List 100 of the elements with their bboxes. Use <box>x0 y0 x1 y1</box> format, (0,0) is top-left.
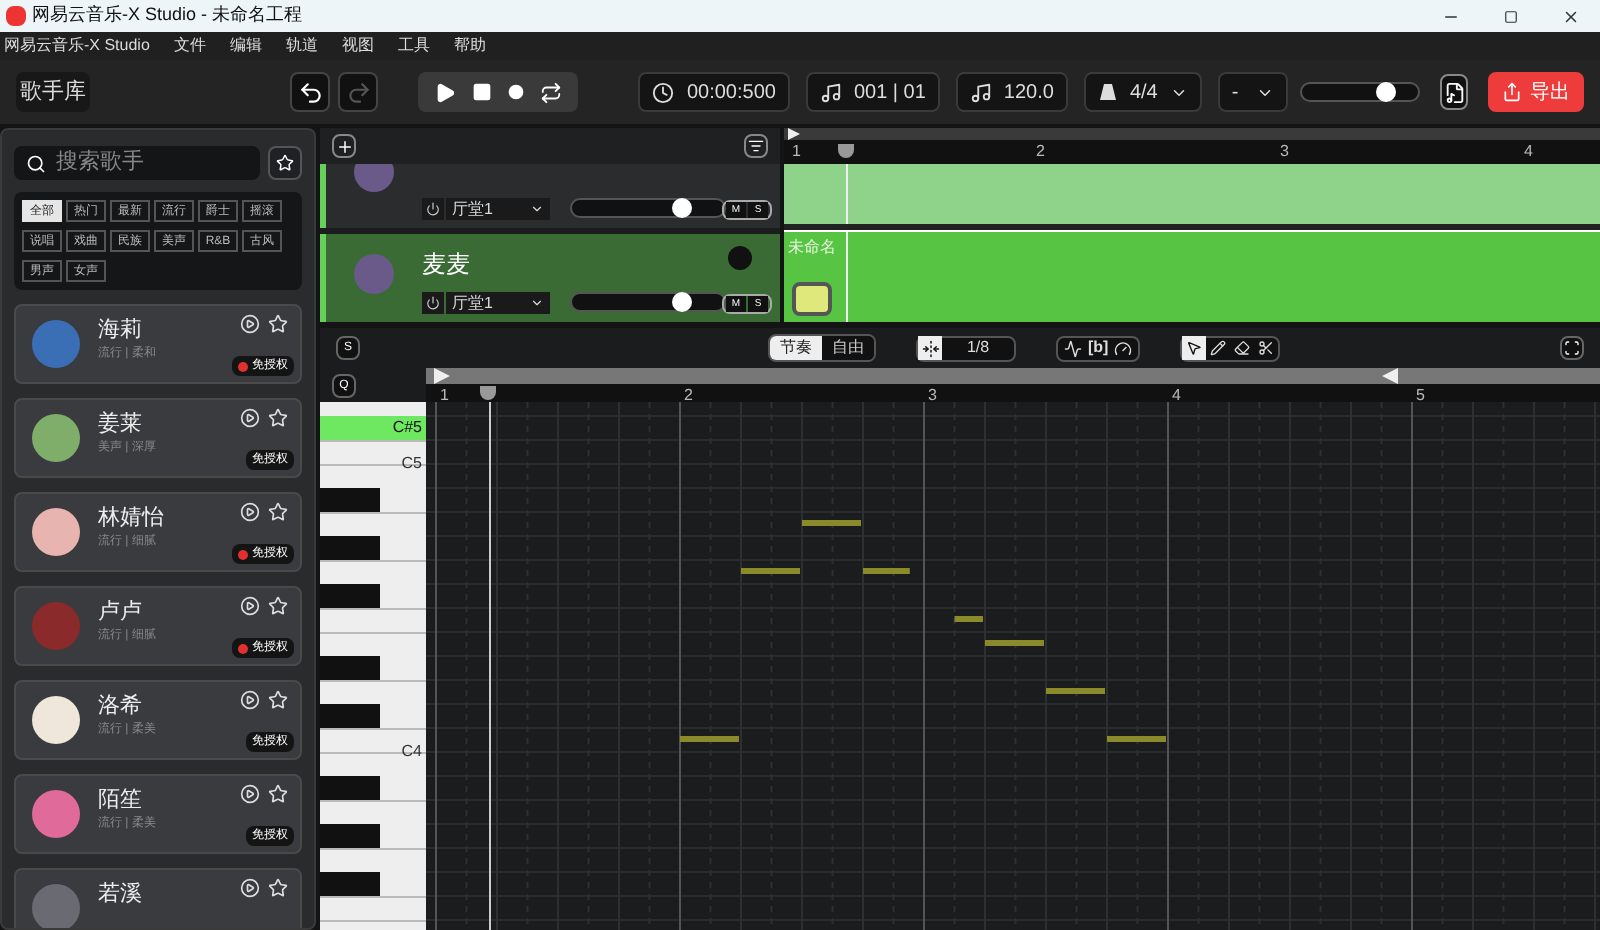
note-block[interactable] <box>1107 735 1166 742</box>
singer-name: 卢卢 <box>98 600 144 628</box>
playhead-handle[interactable] <box>480 386 496 400</box>
preview-play-icon[interactable] <box>240 784 260 804</box>
timeline-ruler[interactable]: 1 2 3 4 <box>784 140 1600 164</box>
undo-button[interactable] <box>290 72 331 112</box>
redo-icon <box>345 79 372 105</box>
add-track-button[interactable] <box>332 134 356 158</box>
search-input[interactable]: 搜索歌手 <box>56 146 236 180</box>
play-icon[interactable] <box>434 81 457 103</box>
filter-button[interactable] <box>744 134 768 158</box>
playhead-handle[interactable] <box>838 144 854 158</box>
fullscreen-icon <box>1564 340 1580 356</box>
menu-item[interactable]: 网易云音乐-X Studio <box>4 34 150 58</box>
record-icon[interactable] <box>508 84 525 100</box>
volume-slider[interactable] <box>570 198 726 218</box>
bar-number: 1 <box>440 384 449 408</box>
select-tool-button[interactable] <box>1182 336 1207 360</box>
slider-thumb[interactable] <box>671 292 692 312</box>
bar-number: 5 <box>1416 384 1425 408</box>
menu-item[interactable]: 帮助 <box>453 34 486 58</box>
note-block[interactable] <box>954 615 983 622</box>
key-label: C#5 <box>320 416 426 440</box>
score-button[interactable] <box>1440 74 1468 110</box>
slider-thumb[interactable] <box>671 198 692 218</box>
playhead-line <box>846 164 848 224</box>
note-block[interactable] <box>741 567 800 574</box>
note-block[interactable] <box>1046 687 1105 694</box>
note-block[interactable] <box>863 567 910 574</box>
menu-item[interactable]: 视图 <box>341 34 374 58</box>
maximize-icon[interactable] <box>1504 9 1518 23</box>
region-label: 未命名 <box>788 236 836 260</box>
music-file-icon <box>1443 81 1466 103</box>
preview-play-icon[interactable] <box>240 408 260 428</box>
slider-thumb[interactable] <box>1376 82 1397 102</box>
loop-icon[interactable] <box>540 81 563 103</box>
time-text: 00:00:500 <box>686 79 776 107</box>
bar-number: 1 <box>792 140 801 164</box>
favorite-icon[interactable] <box>268 502 288 522</box>
cut-icon <box>1258 340 1275 356</box>
singer-name: 若溪 <box>98 882 142 910</box>
pencil-tool-button[interactable] <box>1206 336 1231 360</box>
volume-slider[interactable] <box>1300 82 1421 102</box>
bar-number: 4 <box>1524 140 1533 164</box>
undo-icon <box>297 79 324 105</box>
select-icon <box>1186 340 1203 356</box>
mode-tab[interactable]: 自由 <box>822 336 874 360</box>
tempo-text: 120.0 <box>1003 79 1054 107</box>
pan-knob[interactable] <box>728 246 752 270</box>
track-avatar <box>354 254 394 294</box>
favorite-icon[interactable] <box>268 408 288 428</box>
singer-card[interactable]: 若溪 <box>14 868 302 928</box>
menu-item[interactable]: 轨道 <box>285 34 318 58</box>
bar-number: 2 <box>1036 140 1045 164</box>
power-icon <box>426 202 440 216</box>
preset-dropdown[interactable]: 厅堂1 <box>446 198 550 220</box>
singer-library-button[interactable]: 歌手库 <box>16 72 91 112</box>
search-field[interactable]: 搜索歌手 <box>14 146 260 180</box>
favorite-icon[interactable] <box>268 314 288 334</box>
mode-tab[interactable]: 节奏 <box>770 336 822 360</box>
star-icon <box>276 154 294 172</box>
preview-play-icon[interactable] <box>240 596 260 616</box>
key-dropdown[interactable]: - <box>1217 72 1289 112</box>
share-icon <box>1502 82 1522 102</box>
snap-button[interactable] <box>918 336 942 360</box>
power-button[interactable] <box>422 198 444 220</box>
loop-end-icon[interactable] <box>1382 368 1398 384</box>
preview-play-icon[interactable] <box>240 878 260 898</box>
breath-button[interactable]: [b] <box>1088 340 1109 356</box>
singer-name: 林婧怡 <box>98 506 164 534</box>
stop-icon[interactable] <box>472 82 493 102</box>
menu-item[interactable]: 工具 <box>397 34 430 58</box>
export-button[interactable]: 导出 <box>1488 72 1584 112</box>
meter-dropdown[interactable]: 4/4 <box>1083 72 1202 112</box>
menu-item[interactable]: 文件 <box>173 34 206 58</box>
bar-number: 3 <box>1280 140 1289 164</box>
track-name: 麦麦 <box>422 248 470 282</box>
preview-play-icon[interactable] <box>240 690 260 710</box>
note-block[interactable] <box>680 735 739 742</box>
note-block[interactable] <box>985 639 1044 646</box>
close-icon[interactable] <box>1562 7 1580 25</box>
pitch-curve-icon[interactable] <box>1064 339 1082 357</box>
preset-dropdown[interactable]: 厅堂1 <box>446 292 550 314</box>
gauge-icon[interactable] <box>1114 339 1133 357</box>
eraser-tool-button[interactable] <box>1230 336 1255 360</box>
power-button[interactable] <box>422 292 444 314</box>
favorite-icon[interactable] <box>268 784 288 804</box>
preview-play-icon[interactable] <box>240 502 260 522</box>
menu-item[interactable]: 编辑 <box>229 34 262 58</box>
favorite-icon[interactable] <box>268 690 288 710</box>
volume-slider[interactable] <box>570 292 726 312</box>
clip-icon <box>792 282 832 316</box>
note-block[interactable] <box>802 519 861 526</box>
preview-play-icon[interactable] <box>240 314 260 334</box>
bar-number: 3 <box>928 384 937 408</box>
favorite-icon[interactable] <box>268 878 288 898</box>
fullscreen-button[interactable] <box>1560 336 1584 360</box>
search-icon <box>26 153 46 173</box>
favorite-icon[interactable] <box>268 596 288 616</box>
favorite-filter-button[interactable] <box>268 146 302 180</box>
